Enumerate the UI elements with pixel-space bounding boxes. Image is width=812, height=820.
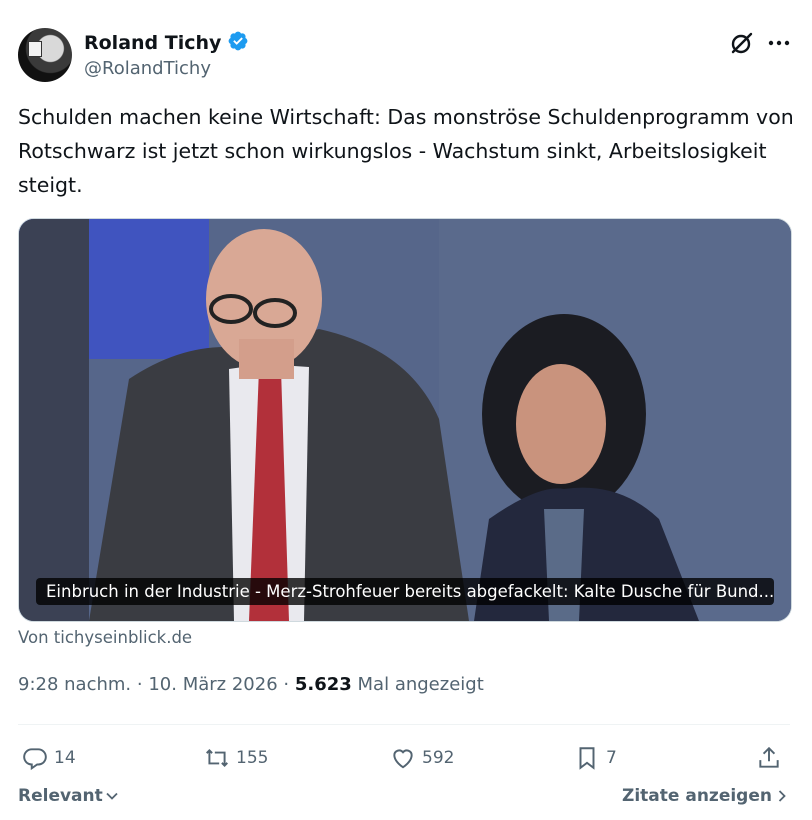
bookmark-button[interactable]: 7: [574, 738, 617, 778]
views-count: 5.623: [294, 674, 352, 695]
link-card-title: Einbruch in der Industrie - Merz-Strohfe…: [36, 578, 774, 605]
reply-footer: Relevant Zitate anzeigen: [18, 786, 794, 814]
more-icon: [768, 40, 790, 46]
tweet-header: Roland Tichy @RolandTichy: [18, 28, 794, 84]
photo: [19, 219, 791, 621]
more-button[interactable]: [766, 30, 792, 56]
repost-count: 155: [236, 748, 269, 768]
reply-count: 14: [54, 748, 76, 768]
share-icon: [759, 746, 779, 768]
avatar[interactable]: [18, 28, 72, 82]
tweet-date[interactable]: 10. März 2026: [148, 674, 277, 695]
repost-icon: [206, 749, 228, 767]
reply-icon: [23, 748, 47, 771]
view-quotes-link[interactable]: Zitate anzeigen: [622, 786, 788, 806]
meta-separator: ·: [136, 674, 143, 695]
link-source[interactable]: Von tichyseinblick.de: [18, 628, 192, 647]
sort-dropdown[interactable]: Relevant: [18, 786, 119, 806]
meta-separator-2: ·: [283, 674, 290, 695]
author-name-row: Roland Tichy: [84, 30, 249, 56]
share-button[interactable]: [756, 738, 782, 778]
chevron-down-icon: [106, 792, 118, 800]
bookmark-count: 7: [606, 748, 617, 768]
bookmark-icon: [579, 747, 595, 770]
heart-icon: [393, 749, 413, 769]
link-card-image[interactable]: Einbruch in der Industrie - Merz-Strohfe…: [18, 218, 792, 622]
verified-badge-icon: [227, 30, 249, 56]
grok-button[interactable]: [729, 30, 755, 56]
avatar-badge: [28, 41, 42, 57]
tweet-meta: 9:28 nachm. · 10. März 2026 · 5.623 Mal …: [18, 674, 484, 695]
divider: [18, 724, 790, 725]
repost-button[interactable]: 155: [204, 738, 268, 778]
grok-icon: [731, 32, 753, 54]
author-handle[interactable]: @RolandTichy: [84, 58, 211, 79]
author-name[interactable]: Roland Tichy: [84, 32, 221, 54]
chevron-right-icon: [778, 790, 786, 802]
quotes-label: Zitate anzeigen: [622, 786, 772, 806]
reply-button[interactable]: 14: [22, 738, 76, 778]
tweet-time[interactable]: 9:28 nachm.: [18, 674, 131, 695]
sort-label: Relevant: [18, 786, 103, 806]
like-button[interactable]: 592: [390, 738, 454, 778]
views-label: Mal angezeigt: [357, 674, 484, 695]
tweet-text: Schulden machen keine Wirtschaft: Das mo…: [18, 105, 794, 197]
action-bar: 14 155 592 7: [18, 738, 794, 778]
like-count: 592: [422, 748, 455, 768]
